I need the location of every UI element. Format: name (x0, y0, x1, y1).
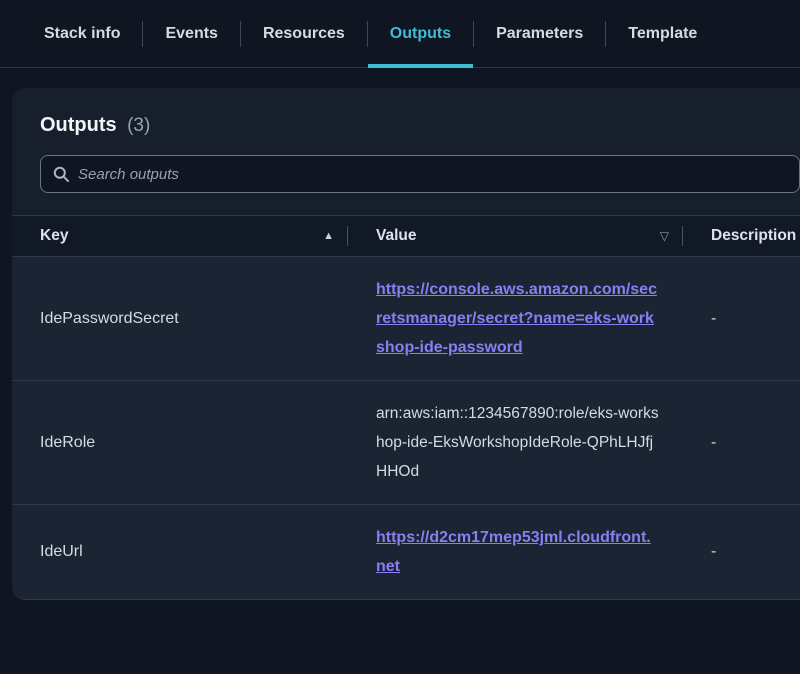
column-header-description[interactable]: Description (683, 216, 800, 256)
column-label: Key (40, 227, 68, 245)
table-row: IdeRole arn:aws:iam::1234567890:role/eks… (12, 380, 800, 504)
tab-resources[interactable]: Resources (241, 0, 367, 67)
tab-outputs[interactable]: Outputs (368, 0, 473, 67)
cell-key: IdeUrl (12, 505, 348, 599)
cell-description: - (683, 505, 800, 599)
output-value-link[interactable]: https://d2cm17mep53jml.cloudfront.net (376, 523, 659, 581)
output-value-text: arn:aws:iam::1234567890:role/eks-worksho… (376, 399, 659, 486)
cell-value: arn:aws:iam::1234567890:role/eks-worksho… (348, 381, 683, 504)
column-header-value[interactable]: Value ▽ (348, 216, 683, 256)
cell-key: IdeRole (12, 381, 348, 504)
tab-events[interactable]: Events (143, 0, 239, 67)
cell-description: - (683, 257, 800, 380)
column-header-key[interactable]: Key ▲ (12, 216, 348, 256)
output-value-link[interactable]: https://console.aws.amazon.com/secretsma… (376, 275, 659, 362)
table-header-row: Key ▲ Value ▽ Description (12, 215, 800, 257)
sort-ascending-icon: ▲ (323, 230, 334, 242)
outputs-count: (3) (127, 115, 150, 136)
panel-title: Outputs (40, 114, 117, 136)
search-icon (53, 166, 69, 182)
panel-header: Outputs (3) (12, 88, 800, 137)
cell-value: https://console.aws.amazon.com/secretsma… (348, 257, 683, 380)
table-row: IdeUrl https://d2cm17mep53jml.cloudfront… (12, 504, 800, 599)
cell-description: - (683, 381, 800, 504)
table-body: IdePasswordSecret https://console.aws.am… (12, 257, 800, 599)
stack-detail-tabs: Stack info Events Resources Outputs Para… (0, 0, 800, 68)
cell-key: IdePasswordSecret (12, 257, 348, 380)
tab-stack-info[interactable]: Stack info (22, 0, 142, 67)
tab-template[interactable]: Template (606, 0, 719, 67)
tab-parameters[interactable]: Parameters (474, 0, 605, 67)
search-input[interactable] (78, 166, 787, 183)
search-box (40, 155, 800, 193)
table-row: IdePasswordSecret https://console.aws.am… (12, 257, 800, 380)
column-label: Description (711, 227, 796, 245)
sort-icon: ▽ (660, 229, 669, 243)
outputs-panel: Outputs (3) Key ▲ Value ▽ Description (12, 88, 800, 600)
cell-value: https://d2cm17mep53jml.cloudfront.net (348, 505, 683, 599)
column-label: Value (376, 227, 417, 245)
